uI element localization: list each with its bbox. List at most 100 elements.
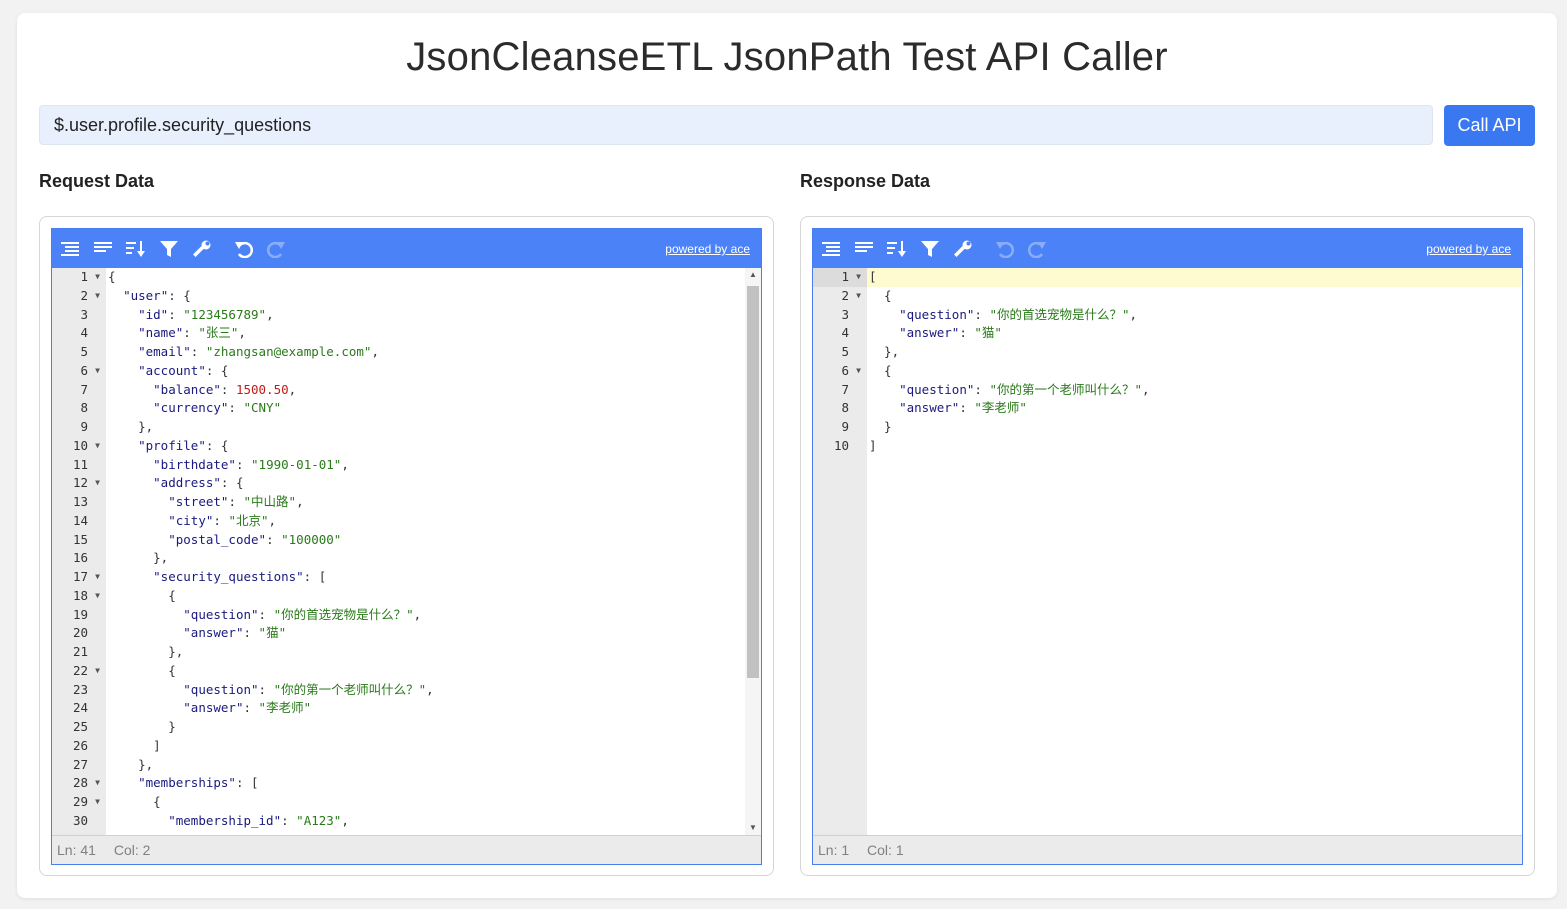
call-api-button[interactable]: Call API <box>1444 105 1535 146</box>
code-line[interactable]: "street": "中山路", <box>106 493 747 512</box>
fold-arrow-icon[interactable]: ▼ <box>95 587 100 606</box>
code-line[interactable]: }, <box>106 643 747 662</box>
fold-arrow-icon[interactable]: ▼ <box>95 268 100 287</box>
fold-arrow-icon[interactable]: ▼ <box>856 362 861 381</box>
code-line[interactable]: { <box>867 287 1522 306</box>
code-line[interactable]: "id": "123456789", <box>106 306 747 325</box>
code-line[interactable]: ] <box>106 737 747 756</box>
filter-icon[interactable] <box>157 237 181 261</box>
fold-arrow-icon[interactable]: ▼ <box>95 437 100 456</box>
line-number: 1 ▼ <box>813 268 867 287</box>
response-editor-toolbar: powered by ace <box>813 229 1522 268</box>
code-token: "user" <box>123 287 169 303</box>
code-line[interactable]: }, <box>106 756 747 775</box>
code-line[interactable]: { <box>867 362 1522 381</box>
request-line-number: Ln: 41 <box>57 842 96 858</box>
code-line[interactable]: ] <box>867 437 1522 456</box>
repair-icon[interactable] <box>190 237 214 261</box>
code-token: , <box>1142 381 1150 397</box>
redo-icon[interactable] <box>1025 237 1049 261</box>
format-icon[interactable] <box>819 237 843 261</box>
fold-arrow-icon[interactable]: ▼ <box>95 568 100 587</box>
fold-arrow-icon[interactable]: ▼ <box>95 662 100 681</box>
code-token: "answer" <box>899 400 960 416</box>
compact-icon[interactable] <box>91 237 115 261</box>
code-line[interactable]: }, <box>867 343 1522 362</box>
sort-icon[interactable] <box>885 237 909 261</box>
fold-arrow-icon[interactable]: ▼ <box>95 793 100 812</box>
powered-by-ace-link[interactable]: powered by ace <box>1426 242 1511 256</box>
response-editor[interactable]: powered by ace 1 ▼ 2 ▼ 3 4 5 6 ▼ 7 8 9 10 [ { "quest… <box>812 228 1523 865</box>
redo-icon[interactable] <box>264 237 288 261</box>
code-line[interactable]: "account": { <box>106 362 747 381</box>
scroll-up-icon[interactable]: ▲ <box>745 268 761 282</box>
line-number: 5 <box>841 344 849 359</box>
fold-arrow-icon[interactable]: ▼ <box>95 774 100 793</box>
code-line[interactable]: "question": "你的第一个老师叫什么？", <box>867 381 1522 400</box>
undo-icon[interactable] <box>232 237 256 261</box>
request-editor[interactable]: powered by ace 1 ▼ 2 ▼ 3 4 5 6 ▼ 7 8 9 10 ▼ 11 12 ▼ 13 14 1… <box>51 228 762 865</box>
line-number: 24 <box>72 700 88 716</box>
code-line[interactable]: { <box>106 268 747 287</box>
code-line[interactable]: [ <box>867 268 1522 287</box>
code-line[interactable]: "security_questions": [ <box>106 568 747 587</box>
code-token: { <box>108 269 116 284</box>
code-line[interactable]: "question": "你的首选宠物是什么？", <box>106 606 747 625</box>
code-line[interactable]: "birthdate": "1990-01-01", <box>106 456 747 475</box>
code-line[interactable]: { <box>106 793 747 812</box>
format-icon[interactable] <box>58 237 82 261</box>
code-token: { <box>869 287 892 303</box>
line-number: 4 <box>80 325 88 341</box>
code-line[interactable]: "question": "你的首选宠物是什么？", <box>867 306 1522 325</box>
filter-icon[interactable] <box>918 237 942 261</box>
code-line[interactable]: "answer": "猫" <box>867 324 1522 343</box>
code-token: : <box>213 512 229 528</box>
compact-icon[interactable] <box>852 237 876 261</box>
request-code[interactable]: { "user": { "id": "123456789", "name": "… <box>106 268 747 835</box>
code-line[interactable]: } <box>106 718 747 737</box>
jsonpath-input[interactable] <box>39 105 1433 145</box>
scroll-down-icon[interactable]: ▼ <box>745 821 761 835</box>
code-line[interactable]: "address": { <box>106 474 747 493</box>
scroll-thumb[interactable] <box>747 286 759 678</box>
code-line[interactable]: "profile": { <box>106 437 747 456</box>
code-line[interactable]: "user": { <box>106 287 747 306</box>
code-line[interactable]: "name": "张三", <box>106 324 747 343</box>
code-token: : <box>168 306 184 322</box>
code-line[interactable]: "currency": "CNY" <box>106 399 747 418</box>
fold-arrow-icon[interactable]: ▼ <box>95 362 100 381</box>
code-line[interactable]: "city": "北京", <box>106 512 747 531</box>
code-line[interactable]: "postal_code": "100000" <box>106 531 747 550</box>
code-line[interactable]: "memberships": [ <box>106 774 747 793</box>
fold-arrow-icon[interactable]: ▼ <box>856 287 861 306</box>
sort-icon[interactable] <box>124 237 148 261</box>
code-line[interactable]: "answer": "李老师" <box>867 399 1522 418</box>
code-line[interactable]: "balance": 1500.50, <box>106 381 747 400</box>
code-line[interactable]: }, <box>106 418 747 437</box>
fold-arrow-icon[interactable]: ▼ <box>95 287 100 306</box>
code-line[interactable]: { <box>106 587 747 606</box>
code-line[interactable]: { <box>106 662 747 681</box>
code-line[interactable]: "question": "你的第一个老师叫什么？", <box>106 681 747 700</box>
code-line[interactable]: "answer": "李老师" <box>106 699 747 718</box>
request-data-label: Request Data <box>39 171 155 191</box>
code-line[interactable]: }, <box>106 549 747 568</box>
code-line[interactable]: "answer": "猫" <box>106 624 747 643</box>
code-line[interactable]: "membership_id": "A123", <box>106 812 747 831</box>
fold-arrow-icon[interactable]: ▼ <box>95 474 100 493</box>
repair-icon[interactable] <box>951 237 975 261</box>
response-code[interactable]: [ { "question": "你的首选宠物是什么？", "answer": … <box>867 268 1522 835</box>
fold-arrow-icon[interactable]: ▼ <box>856 268 861 287</box>
request-scrollbar[interactable]: ▲ ▼ <box>745 268 761 835</box>
code-token: , <box>426 681 434 697</box>
powered-by-ace-link[interactable]: powered by ace <box>665 242 750 256</box>
code-line[interactable]: "email": "zhangsan@example.com", <box>106 343 747 362</box>
undo-icon[interactable] <box>993 237 1017 261</box>
code-line[interactable]: } <box>867 418 1522 437</box>
code-token: : <box>235 456 252 472</box>
